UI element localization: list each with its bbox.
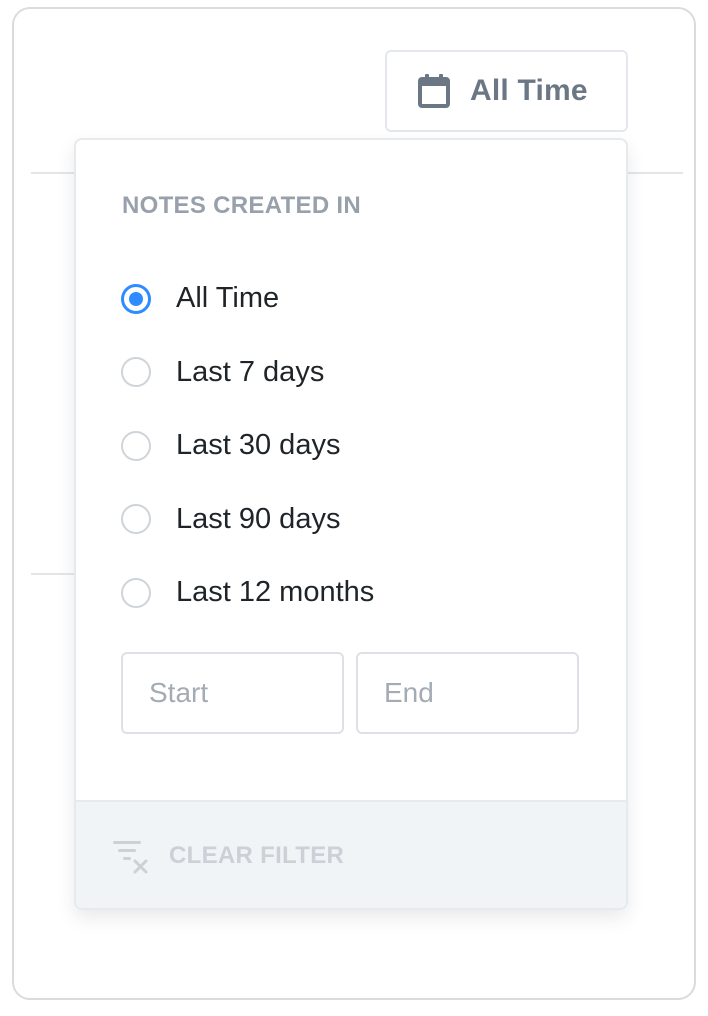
option-last-7-days[interactable]: Last 7 days (121, 336, 374, 410)
option-label: Last 30 days (176, 429, 341, 462)
clear-filter-icon (111, 837, 151, 875)
end-date-input[interactable] (356, 652, 579, 734)
date-filter-button[interactable]: All Time (385, 50, 628, 132)
radio-button[interactable] (121, 504, 151, 535)
calendar-icon (417, 73, 451, 109)
date-filter-dropdown: NOTES CREATED IN All Time Last 7 days La… (74, 138, 628, 910)
option-label: Last 90 days (176, 502, 341, 535)
option-last-30-days[interactable]: Last 30 days (121, 409, 374, 483)
custom-range-fields (121, 652, 579, 734)
clear-filter-label: CLEAR FILTER (169, 842, 345, 869)
radio-button[interactable] (121, 577, 151, 608)
clear-filter-button[interactable]: CLEAR FILTER (76, 800, 626, 908)
option-label: Last 12 months (176, 576, 375, 609)
option-label: Last 7 days (176, 355, 325, 388)
radio-button[interactable] (121, 357, 151, 388)
radio-button-checked[interactable] (121, 283, 151, 314)
radio-button[interactable] (121, 430, 151, 461)
option-last-90-days[interactable]: Last 90 days (121, 483, 374, 557)
start-date-input[interactable] (121, 652, 344, 734)
option-label: All Time (176, 282, 280, 315)
option-all-time[interactable]: All Time (121, 262, 374, 336)
date-range-options: All Time Last 7 days Last 30 days Last 9… (121, 262, 374, 630)
section-title: NOTES CREATED IN (122, 192, 362, 219)
date-filter-label: All Time (470, 74, 588, 107)
option-last-12-months[interactable]: Last 12 months (121, 556, 374, 630)
